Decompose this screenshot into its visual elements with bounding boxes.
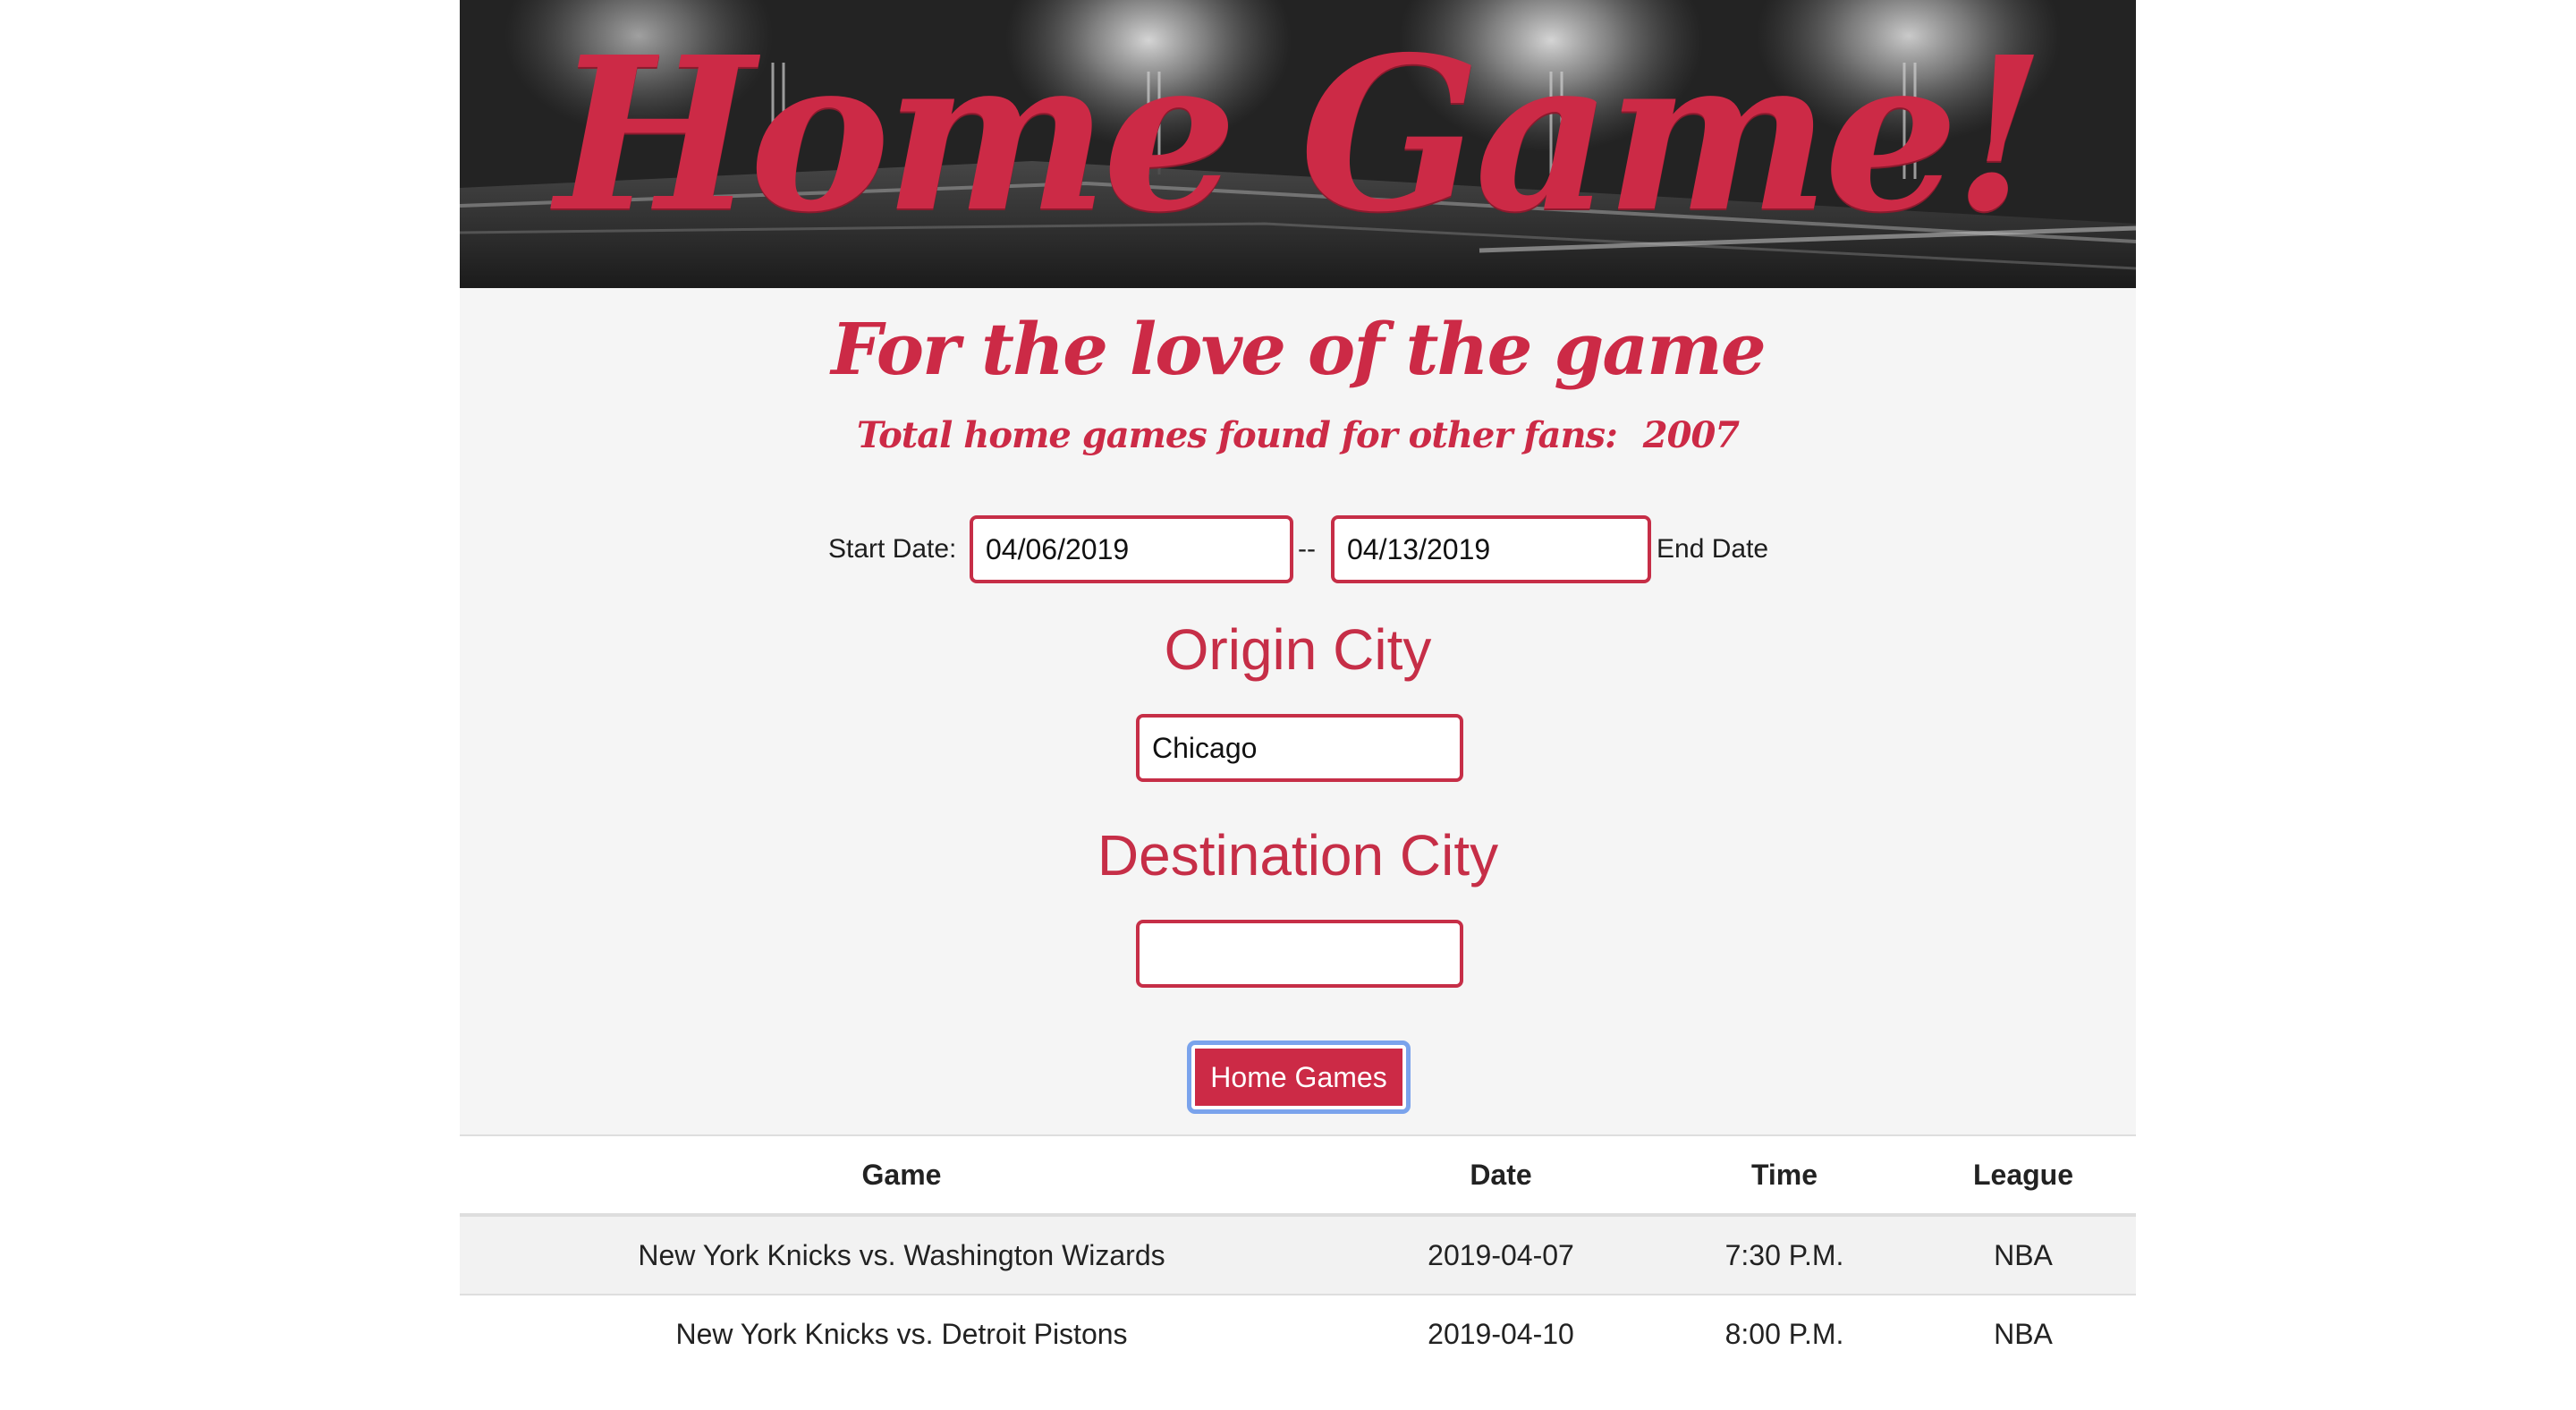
date-separator: -- bbox=[1298, 534, 1316, 564]
results-table-body: New York Knicks vs. Washington Wizards 2… bbox=[460, 1214, 2136, 1372]
column-header-time: Time bbox=[1658, 1134, 1911, 1217]
fans-summary-label: Total home games found for other fans: bbox=[856, 414, 1618, 456]
header-banner: Home Game! bbox=[460, 0, 2136, 288]
results-table: Game Date Time League New York Knicks vs… bbox=[460, 1134, 2136, 1372]
column-header-league: League bbox=[1911, 1134, 2136, 1217]
table-row: New York Knicks vs. Detroit Pistons 2019… bbox=[460, 1294, 2136, 1372]
date-cell: 2019-04-10 bbox=[1343, 1294, 1658, 1372]
column-header-date: Date bbox=[1343, 1134, 1658, 1217]
date-cell: 2019-04-07 bbox=[1343, 1214, 1658, 1295]
table-row: New York Knicks vs. Washington Wizards 2… bbox=[460, 1214, 2136, 1295]
home-games-button[interactable]: Home Games bbox=[1187, 1041, 1411, 1114]
tagline: For the love of the game bbox=[831, 307, 1766, 391]
fans-summary-count: 2007 bbox=[1642, 414, 1740, 456]
search-panel: For the love of the game Total home game… bbox=[460, 288, 2136, 1134]
league-cell: NBA bbox=[1911, 1294, 2136, 1372]
destination-city-input[interactable] bbox=[1136, 920, 1463, 988]
header-row: Game Date Time League bbox=[460, 1134, 2136, 1217]
page: Home Game! For the love of the game Tota… bbox=[0, 0, 2576, 1410]
results-table-header: Game Date Time League bbox=[460, 1134, 2136, 1217]
end-date-input[interactable] bbox=[1331, 515, 1651, 583]
league-cell: NBA bbox=[1911, 1214, 2136, 1295]
start-date-label: Start Date: bbox=[828, 534, 957, 564]
fans-summary: Total home games found for other fans: 2… bbox=[460, 404, 2136, 467]
origin-city-heading: Origin City bbox=[1164, 617, 1432, 682]
game-cell: New York Knicks vs. Detroit Pistons bbox=[460, 1294, 1343, 1372]
site-title: Home Game! bbox=[555, 10, 2046, 259]
time-cell: 8:00 P.M. bbox=[1658, 1294, 1911, 1372]
origin-city-input[interactable] bbox=[1136, 714, 1463, 782]
time-cell: 7:30 P.M. bbox=[1658, 1214, 1911, 1295]
end-date-label: End Date bbox=[1657, 534, 1769, 564]
column-header-game: Game bbox=[460, 1134, 1343, 1217]
destination-city-heading: Destination City bbox=[1097, 823, 1499, 888]
game-cell: New York Knicks vs. Washington Wizards bbox=[460, 1214, 1343, 1295]
start-date-input[interactable] bbox=[970, 515, 1293, 583]
main-container: Home Game! For the love of the game Tota… bbox=[460, 0, 2136, 1410]
